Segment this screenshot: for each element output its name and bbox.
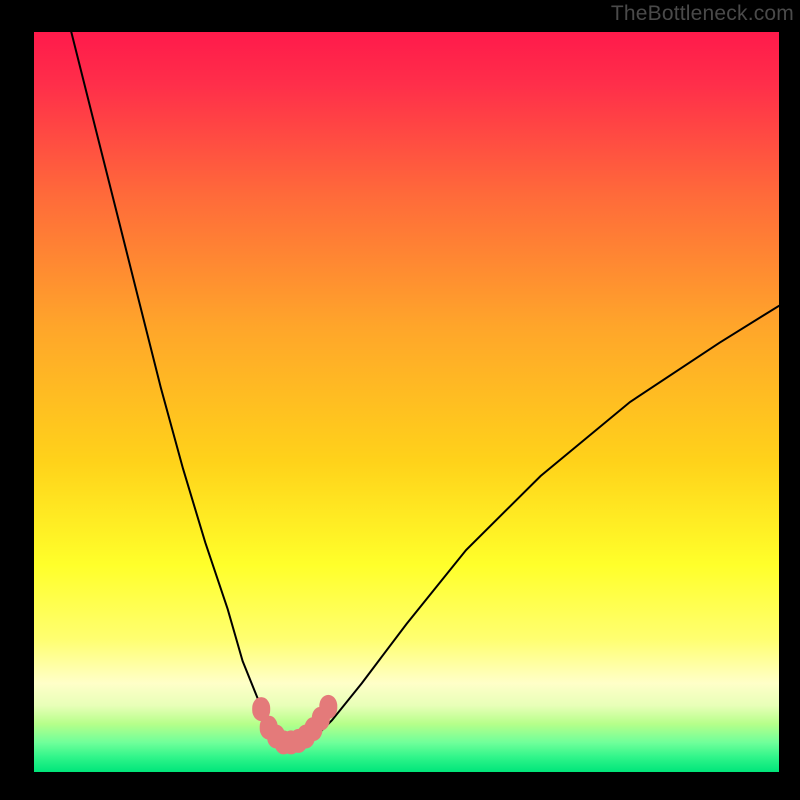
gradient-background (34, 32, 779, 772)
plot-area (34, 32, 779, 772)
watermark-text: TheBottleneck.com (611, 2, 794, 26)
figure-root: TheBottleneck.com (0, 0, 800, 800)
marker-dot (319, 695, 337, 719)
plot-svg (34, 32, 779, 772)
